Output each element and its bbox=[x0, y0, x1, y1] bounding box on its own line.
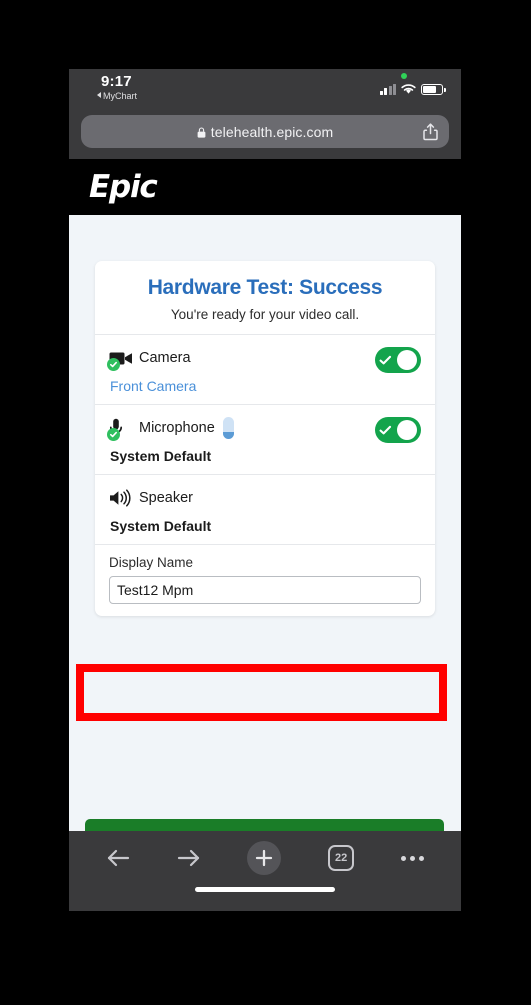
status-bar-right bbox=[379, 83, 446, 95]
browser-url-bar-container: telehealth.epic.com bbox=[69, 112, 461, 159]
audio-level-meter-icon bbox=[222, 417, 234, 439]
status-bar-left: 9:17 MyChart bbox=[97, 73, 137, 102]
camera-toggle[interactable] bbox=[375, 347, 421, 373]
check-circle-icon bbox=[107, 358, 120, 371]
join-call-label: Join Call bbox=[240, 829, 319, 831]
device-row-speaker: Speaker System Default bbox=[95, 475, 435, 545]
back-triangle-icon bbox=[97, 92, 101, 98]
device-value-microphone[interactable]: System Default bbox=[110, 448, 421, 464]
microphone-toggle[interactable] bbox=[375, 417, 421, 443]
arrow-right-icon[interactable] bbox=[177, 848, 201, 868]
cellular-signal-icon bbox=[379, 83, 396, 95]
camera-icon-wrap bbox=[107, 346, 137, 371]
hardware-test-card: Hardware Test: Success You're ready for … bbox=[95, 261, 435, 616]
device-label-microphone: Microphone bbox=[139, 420, 215, 436]
device-row-speaker-header: Speaker bbox=[109, 485, 421, 511]
page-title: Hardware Test: Success bbox=[147, 276, 383, 299]
speaker-icon-wrap bbox=[109, 486, 137, 510]
device-row-camera: Camera Front Camera bbox=[95, 335, 435, 405]
phone-frame: 9:17 MyChart telehealth.epic.com Epic Ha… bbox=[69, 69, 461, 934]
tab-count-label: 22 bbox=[334, 852, 348, 864]
card-header: Hardware Test: Success You're ready for … bbox=[95, 261, 435, 335]
display-name-input[interactable] bbox=[109, 576, 421, 604]
page-content: Hardware Test: Success You're ready for … bbox=[69, 215, 461, 831]
device-value-speaker[interactable]: System Default bbox=[110, 518, 421, 534]
toggle-knob bbox=[397, 350, 417, 370]
browser-toolbar: 22 bbox=[69, 831, 461, 885]
microphone-icon-wrap bbox=[107, 416, 137, 441]
status-bar-clock: 9:17 bbox=[101, 73, 132, 90]
home-indicator-area bbox=[69, 885, 461, 911]
toggle-knob bbox=[397, 420, 417, 440]
arrow-left-icon[interactable] bbox=[106, 848, 130, 868]
device-label-speaker: Speaker bbox=[139, 490, 194, 506]
url-host-text: telehealth.epic.com bbox=[210, 123, 334, 140]
recording-indicator-dot bbox=[401, 73, 407, 79]
epic-logo: Epic bbox=[89, 169, 158, 205]
device-row-microphone: Microphone System Default bbox=[95, 405, 435, 475]
back-to-app-link[interactable]: MyChart bbox=[97, 90, 137, 102]
home-indicator[interactable] bbox=[195, 887, 335, 892]
plus-icon[interactable] bbox=[247, 841, 282, 875]
toggle-check-icon bbox=[379, 425, 392, 434]
display-name-row: Display Name bbox=[95, 545, 435, 616]
share-icon[interactable] bbox=[423, 122, 438, 141]
device-label-camera: Camera bbox=[139, 350, 191, 366]
wifi-icon bbox=[401, 84, 416, 94]
lock-icon bbox=[197, 126, 206, 138]
ellipsis-icon[interactable] bbox=[400, 855, 424, 861]
battery-icon bbox=[421, 83, 446, 95]
display-name-label: Display Name bbox=[109, 555, 194, 570]
epic-brand-bar: Epic bbox=[69, 159, 461, 215]
back-to-app-label: MyChart bbox=[103, 91, 138, 101]
status-bar: 9:17 MyChart bbox=[69, 69, 461, 112]
speaker-icon bbox=[110, 489, 131, 507]
join-call-button[interactable]: Join Call bbox=[85, 819, 444, 831]
check-circle-icon bbox=[107, 428, 120, 441]
device-value-camera[interactable]: Front Camera bbox=[110, 378, 421, 394]
tabs-button[interactable]: 22 bbox=[328, 845, 355, 871]
url-bar[interactable]: telehealth.epic.com bbox=[81, 115, 449, 148]
toggle-check-icon bbox=[379, 355, 392, 364]
card-subtitle: You're ready for your video call. bbox=[170, 307, 360, 322]
url-text-group: telehealth.epic.com bbox=[197, 124, 334, 140]
